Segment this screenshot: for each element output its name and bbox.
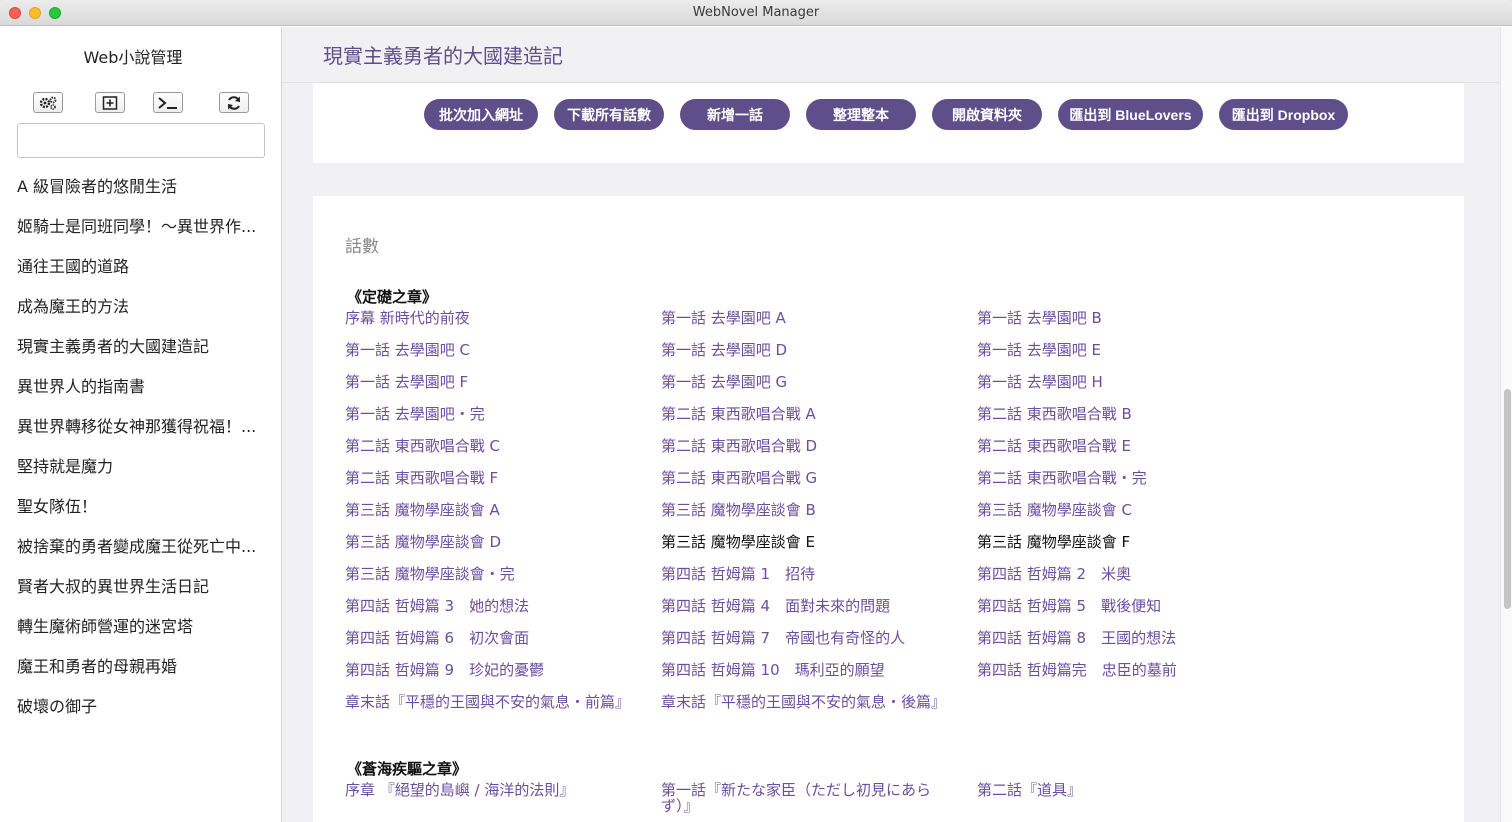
chapter-panel: 話數 《定礎之章》 序幕 新時代的前夜 第一話 去學園吧 A 第一話 去學園吧 B 第一…: [313, 196, 1464, 822]
chapter-link[interactable]: 第一話 去學園吧 A: [661, 310, 977, 342]
page-title: 現實主義勇者的大國建造記: [323, 44, 563, 68]
chapter-grid: 序章 『絕望的島嶼 / 海洋的法則』 第一話『新たな家臣（ただし初見にあらず）』第…: [345, 782, 1305, 822]
terminal-button[interactable]: [153, 92, 183, 113]
chapter-link[interactable]: 第一話 去學園吧 F: [345, 374, 661, 406]
novel-list-item[interactable]: 異世界轉移從女神那獲得祝福！...: [17, 407, 267, 447]
chapter-link[interactable]: 第二話 東西歌唱合戰 F: [345, 470, 661, 502]
chapter-link[interactable]: 第四話 哲姆篇 6 初次會面: [345, 630, 661, 662]
chapter-link[interactable]: 第三話 魔物學座談會 C: [977, 502, 1293, 534]
chapter-link[interactable]: 第二話『道具』: [977, 782, 1293, 822]
scroll-thumb[interactable]: [1504, 389, 1511, 609]
chapter-link[interactable]: 第四話 哲姆篇 9 珍妃的憂鬱: [345, 662, 661, 694]
novel-list-item[interactable]: 被捨棄的勇者變成魔王從死亡中...: [17, 527, 267, 567]
novel-list-item[interactable]: 轉生魔術師營運的迷宮塔: [17, 607, 267, 647]
chapter-link[interactable]: 第一話 去學園吧・完: [345, 406, 661, 438]
novel-list-item[interactable]: A 級冒險者的悠閒生活: [17, 167, 267, 207]
chapter-link[interactable]: 第一話 去學園吧 D: [661, 342, 977, 374]
window-title: WebNovel Manager: [692, 5, 820, 20]
settings-button[interactable]: [33, 92, 63, 113]
chapter-link[interactable]: 第二話 東西歌唱合戰 D: [661, 438, 977, 470]
chapter-link[interactable]: 第四話 哲姆篇 10 瑪利亞的願望: [661, 662, 977, 694]
novel-list-item[interactable]: 堅持就是魔力: [17, 447, 267, 487]
chapter-link[interactable]: 第三話 魔物學座談會 A: [345, 502, 661, 534]
chapter-link[interactable]: 第一話 去學園吧 B: [977, 310, 1293, 342]
chapter-link[interactable]: 第三話 魔物學座談會・完: [345, 566, 661, 598]
app-window: WebNovel Manager Web小說管理 A 級冒險者的悠閒生活 姬騎士是…: [0, 0, 1512, 822]
chapter-link[interactable]: 第三話 魔物學座談會 E: [661, 534, 977, 566]
terminal-icon: [157, 96, 179, 110]
volume-title: 《蒼海疾驅之章》: [347, 760, 468, 778]
novel-list-item[interactable]: 聖女隊伍！: [17, 487, 267, 527]
novel-list-item[interactable]: 成為魔王的方法: [17, 287, 267, 327]
chapter-link[interactable]: 第四話 哲姆篇 5 戰後便知: [977, 598, 1293, 630]
search-input[interactable]: [17, 123, 265, 158]
export-dropbox-button[interactable]: 匯出到 Dropbox: [1219, 99, 1348, 130]
novel-list: A 級冒險者的悠閒生活 姬騎士是同班同學！～異世界作... 通往王國的道路 成為魔王的…: [17, 167, 267, 727]
chapter-link[interactable]: 第一話 去學園吧 C: [345, 342, 661, 374]
add-chapter-button[interactable]: 新增一話: [680, 99, 790, 130]
novel-list-item[interactable]: 現實主義勇者的大國建造記: [17, 327, 267, 367]
chapter-link[interactable]: 第二話 東西歌唱合戰 B: [977, 406, 1293, 438]
compile-book-button[interactable]: 整理整本: [806, 99, 916, 130]
chapter-link[interactable]: 第一話『新たな家臣（ただし初見にあらず）』: [661, 782, 977, 822]
novel-list-item[interactable]: 通往王國的道路: [17, 247, 267, 287]
novel-list-item[interactable]: 異世界人的指南書: [17, 367, 267, 407]
download-all-chapters-button[interactable]: 下載所有話數: [554, 99, 664, 130]
chapter-link[interactable]: 章末話『平穩的王國與不安的氣息・後篇』: [661, 694, 977, 742]
chapter-link[interactable]: 第二話 東西歌唱合戰 G: [661, 470, 977, 502]
open-folder-button[interactable]: 開啟資料夾: [932, 99, 1042, 130]
volume-title: 《定礎之章》: [347, 288, 438, 306]
chapter-link[interactable]: 第三話 魔物學座談會 D: [345, 534, 661, 566]
novel-list-item[interactable]: 姬騎士是同班同學！～異世界作...: [17, 207, 267, 247]
chapter-link[interactable]: 第四話 哲姆篇完 忠臣的墓前: [977, 662, 1293, 694]
chapter-link[interactable]: 第一話 去學園吧 G: [661, 374, 977, 406]
sidebar-title: Web小說管理: [83, 48, 183, 67]
novel-list-item[interactable]: 魔王和勇者的母親再婚: [17, 647, 267, 687]
sidebar: Web小說管理 A 級冒險者的悠閒生活 姬騎士是同班同學！～異世界作... 通往王國…: [0, 27, 282, 822]
add-box-icon: [102, 95, 118, 110]
chapter-link[interactable]: 序幕 新時代的前夜: [345, 310, 661, 342]
section-label: 話數: [345, 237, 379, 257]
chapter-link[interactable]: 第四話 哲姆篇 1 招待: [661, 566, 977, 598]
chapter-link[interactable]: 第二話 東西歌唱合戰 E: [977, 438, 1293, 470]
action-bar: 批次加入網址 下載所有話數 新增一話 整理整本 開啟資料夾 匯出到 BlueLo…: [313, 83, 1464, 163]
chapter-link[interactable]: 序章 『絕望的島嶼 / 海洋的法則』: [345, 782, 661, 822]
novel-list-item[interactable]: 賢者大叔的異世界生活日記: [17, 567, 267, 607]
chapter-link[interactable]: 第四話 哲姆篇 4 面對未來的問題: [661, 598, 977, 630]
chapter-link[interactable]: 第四話 哲姆篇 7 帝國也有奇怪的人: [661, 630, 977, 662]
chapter-link[interactable]: 第四話 哲姆篇 3 她的想法: [345, 598, 661, 630]
chapter-link[interactable]: 第二話 東西歌唱合戰 C: [345, 438, 661, 470]
chapter-link[interactable]: 第一話 去學園吧 H: [977, 374, 1293, 406]
chapter-link[interactable]: 第四話 哲姆篇 8 王國的想法: [977, 630, 1293, 662]
chapter-link[interactable]: 第二話 東西歌唱合戰・完: [977, 470, 1293, 502]
chapter-link[interactable]: 第三話 魔物學座談會 B: [661, 502, 977, 534]
main-panel: 現實主義勇者的大國建造記 批次加入網址 下載所有話數 新增一話 整理整本 開啟資…: [282, 27, 1500, 822]
chapter-link[interactable]: 第一話 去學園吧 E: [977, 342, 1293, 374]
refresh-icon: [226, 95, 242, 111]
chapter-link[interactable]: 章末話『平穩的王國與不安的氣息・前篇』: [345, 694, 661, 742]
title-bar: WebNovel Manager: [0, 0, 1512, 26]
chapter-link[interactable]: 第四話 哲姆篇 2 米奧: [977, 566, 1293, 598]
novel-list-item[interactable]: 破壞の御子: [17, 687, 267, 727]
main-header: 現實主義勇者的大國建造記: [282, 27, 1500, 83]
add-novel-button[interactable]: [95, 92, 125, 113]
chapter-link[interactable]: 第二話 東西歌唱合戰 A: [661, 406, 977, 438]
chapter-grid: 序幕 新時代的前夜 第一話 去學園吧 A 第一話 去學園吧 B 第一話 去學園吧 C第…: [345, 310, 1305, 742]
batch-add-urls-button[interactable]: 批次加入網址: [424, 99, 538, 130]
scrollbar[interactable]: [1500, 27, 1512, 822]
export-bluelovers-button[interactable]: 匯出到 BlueLovers: [1058, 99, 1203, 130]
gears-icon: [38, 96, 58, 110]
chapter-link[interactable]: 第三話 魔物學座談會 F: [977, 534, 1293, 566]
refresh-button[interactable]: [219, 92, 249, 113]
